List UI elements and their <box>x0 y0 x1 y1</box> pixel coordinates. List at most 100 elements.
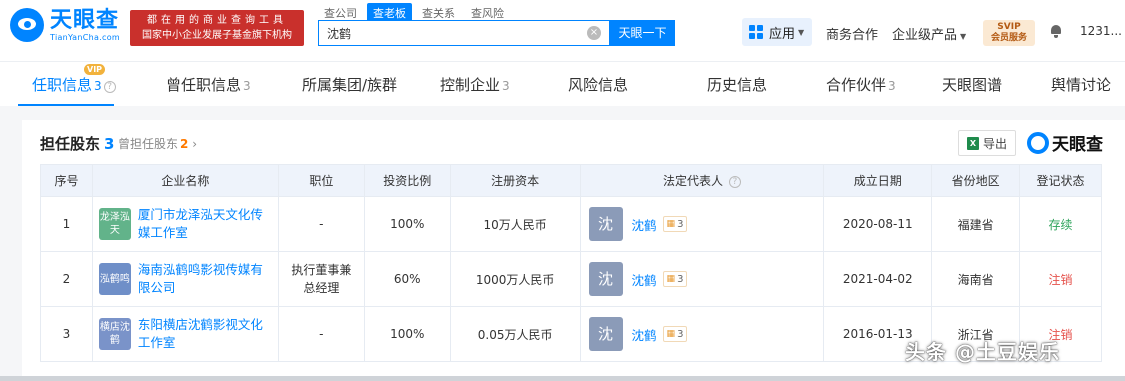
help-icon[interactable]: ? <box>103 81 116 93</box>
related-company-badge[interactable]: ▦ 3 <box>662 271 688 287</box>
legal-rep-cell: 沈 沈鹤 ▦ 3 <box>579 251 825 307</box>
watermark-text: 头条 @土豆娱乐 <box>905 340 1060 364</box>
capital-cell: 10万人民币 <box>449 196 581 252</box>
ratio-cell: 100% <box>363 306 451 362</box>
export-button[interactable]: X 导出 <box>958 130 1016 156</box>
company-name-link[interactable]: 东阳横店沈鹤影视文化工作室 <box>138 316 268 352</box>
date-cell: 2021-04-02 <box>823 251 933 307</box>
tab-history[interactable]: 历史信息 <box>707 74 767 95</box>
site-logo[interactable]: 天眼查 TianYanCha.com <box>10 8 120 42</box>
banner-line1: 都在用的商业查询工具 <box>147 15 287 26</box>
excel-icon: X <box>966 136 979 150</box>
user-account[interactable]: 1231... <box>1080 24 1122 38</box>
tab-partners[interactable]: 合作伙伴 3 <box>826 74 896 95</box>
legal-rep-link[interactable]: 沈鹤 <box>632 270 657 289</box>
legal-rep-cell: 沈 沈鹤 ▦ 3 <box>579 306 825 362</box>
grid-icon <box>749 25 763 39</box>
tab-label: 合作伙伴 <box>826 76 887 94</box>
eye-logo-icon <box>1027 131 1049 154</box>
avatar: 沈 <box>588 317 623 351</box>
search-button[interactable]: 天眼一下 <box>610 20 675 46</box>
company-logo: 龙泽泓天 <box>98 208 131 240</box>
tab-label: 曾任职信息 <box>166 76 242 94</box>
tab-label: 舆情讨论 <box>1051 76 1112 94</box>
legal-rep-link[interactable]: 沈鹤 <box>632 325 657 344</box>
brand-watermark: 天眼查 <box>1027 130 1103 155</box>
apps-menu-button[interactable]: 应用 ▼ <box>742 18 812 46</box>
svip-label: SVIP <box>997 22 1021 32</box>
province-cell: 福建省 <box>931 196 1021 252</box>
bottom-divider <box>0 376 1125 381</box>
building-icon: ▦ <box>666 219 676 229</box>
clear-icon[interactable]: × <box>587 26 601 40</box>
section-title: 担任股东 3 <box>40 133 114 154</box>
eye-logo-icon <box>10 8 44 42</box>
caret-down-icon: ▼ <box>960 32 967 41</box>
province-cell: 海南省 <box>931 251 1021 307</box>
tab-count: 3 <box>502 79 510 93</box>
tab-group[interactable]: 所属集团/族群 <box>302 74 397 95</box>
related-company-badge[interactable]: ▦ 3 <box>662 326 688 342</box>
col-header-index: 序号 <box>40 164 93 197</box>
row-index: 3 <box>40 306 93 362</box>
company-logo: 横店沈鹤 <box>98 318 131 350</box>
tab-count: 3 <box>94 79 102 93</box>
tab-risk[interactable]: 风险信息 <box>568 74 628 95</box>
col-header-status: 登记状态 <box>1019 164 1102 197</box>
company-name-link[interactable]: 海南泓鹤鸣影视传媒有限公司 <box>138 261 268 297</box>
related-count: 3 <box>677 218 684 230</box>
tab-label: 所属集团/族群 <box>302 76 398 94</box>
nav-enterprise-link[interactable]: 企业级产品 ▼ <box>892 24 966 43</box>
col-header-legal-rep: 法定代表人 ? <box>579 164 825 197</box>
position-cell: - <box>277 196 365 252</box>
company-name-link[interactable]: 厦门市龙泽泓天文化传媒工作室 <box>138 206 268 242</box>
search-input[interactable]: 沈鹤 × <box>318 20 610 46</box>
col-header-province: 省份地区 <box>931 164 1021 197</box>
tab-controlled[interactable]: 控制企业 3 <box>440 74 510 95</box>
row-index: 1 <box>40 196 93 252</box>
avatar: 沈 <box>588 207 623 241</box>
col-header-position: 职位 <box>277 164 365 197</box>
svip-sublabel: 会员服务 <box>990 33 1027 43</box>
caret-down-icon: ▼ <box>798 27 805 37</box>
tab-label: 控制企业 <box>440 76 501 94</box>
past-shareholder-link[interactable]: 曾担任股东 2 › <box>118 135 197 152</box>
svip-button[interactable]: SVIP 会员服务 <box>983 20 1035 46</box>
related-company-badge[interactable]: ▦ 3 <box>662 216 688 232</box>
related-count: 3 <box>677 328 684 340</box>
table-row: 1 龙泽泓天 厦门市龙泽泓天文化传媒工作室 - 100% 10万人民币 沈 沈鹤… <box>40 196 1102 252</box>
col-header-company: 企业名称 <box>91 164 279 197</box>
past-shareholder-label: 曾担任股东 <box>118 137 179 151</box>
tab-positions[interactable]: 任职信息 3? <box>32 74 116 95</box>
nav-business-link[interactable]: 商务合作 <box>826 24 878 43</box>
tab-sentiment[interactable]: 舆情讨论 <box>1051 74 1111 95</box>
status-badge: 存续 <box>1019 196 1102 252</box>
tab-label: 天眼图谱 <box>942 76 1003 94</box>
bell-icon[interactable] <box>1050 25 1062 38</box>
search-input-value: 沈鹤 <box>327 26 352 41</box>
status-badge: 注销 <box>1019 251 1102 307</box>
company-cell: 龙泽泓天 厦门市龙泽泓天文化传媒工作室 <box>91 196 279 252</box>
capital-cell: 1000万人民币 <box>449 251 581 307</box>
date-cell: 2020-08-11 <box>823 196 933 252</box>
section-count: 3 <box>104 135 115 153</box>
tab-label: 历史信息 <box>707 76 768 94</box>
building-icon: ▦ <box>666 274 676 284</box>
promo-banner: 都在用的商业查询工具 国家中小企业发展子基金旗下机构 <box>130 10 304 46</box>
chevron-right-icon: › <box>188 137 197 151</box>
capital-cell: 0.05万人民币 <box>449 306 581 362</box>
col-header-legal-rep-label: 法定代表人 <box>662 174 723 188</box>
legal-rep-link[interactable]: 沈鹤 <box>632 215 657 234</box>
col-header-ratio: 投资比例 <box>363 164 451 197</box>
table-row: 2 泓鹤鸣 海南泓鹤鸣影视传媒有限公司 执行董事兼总经理 60% 1000万人民… <box>40 251 1102 307</box>
help-icon[interactable]: ? <box>728 176 741 188</box>
tab-count: 3 <box>888 79 896 93</box>
position-cell: - <box>277 306 365 362</box>
top-header: 天眼查 TianYanCha.com 都在用的商业查询工具 国家中小企业发展子基… <box>0 0 1125 62</box>
tab-graph[interactable]: 天眼图谱 <box>942 74 1002 95</box>
export-label: 导出 <box>982 136 1007 151</box>
avatar: 沈 <box>588 262 623 296</box>
logo-text: 天眼查 <box>50 7 120 33</box>
tab-past-positions[interactable]: 曾任职信息 3 <box>166 74 251 95</box>
company-cell: 横店沈鹤 东阳横店沈鹤影视文化工作室 <box>91 306 279 362</box>
